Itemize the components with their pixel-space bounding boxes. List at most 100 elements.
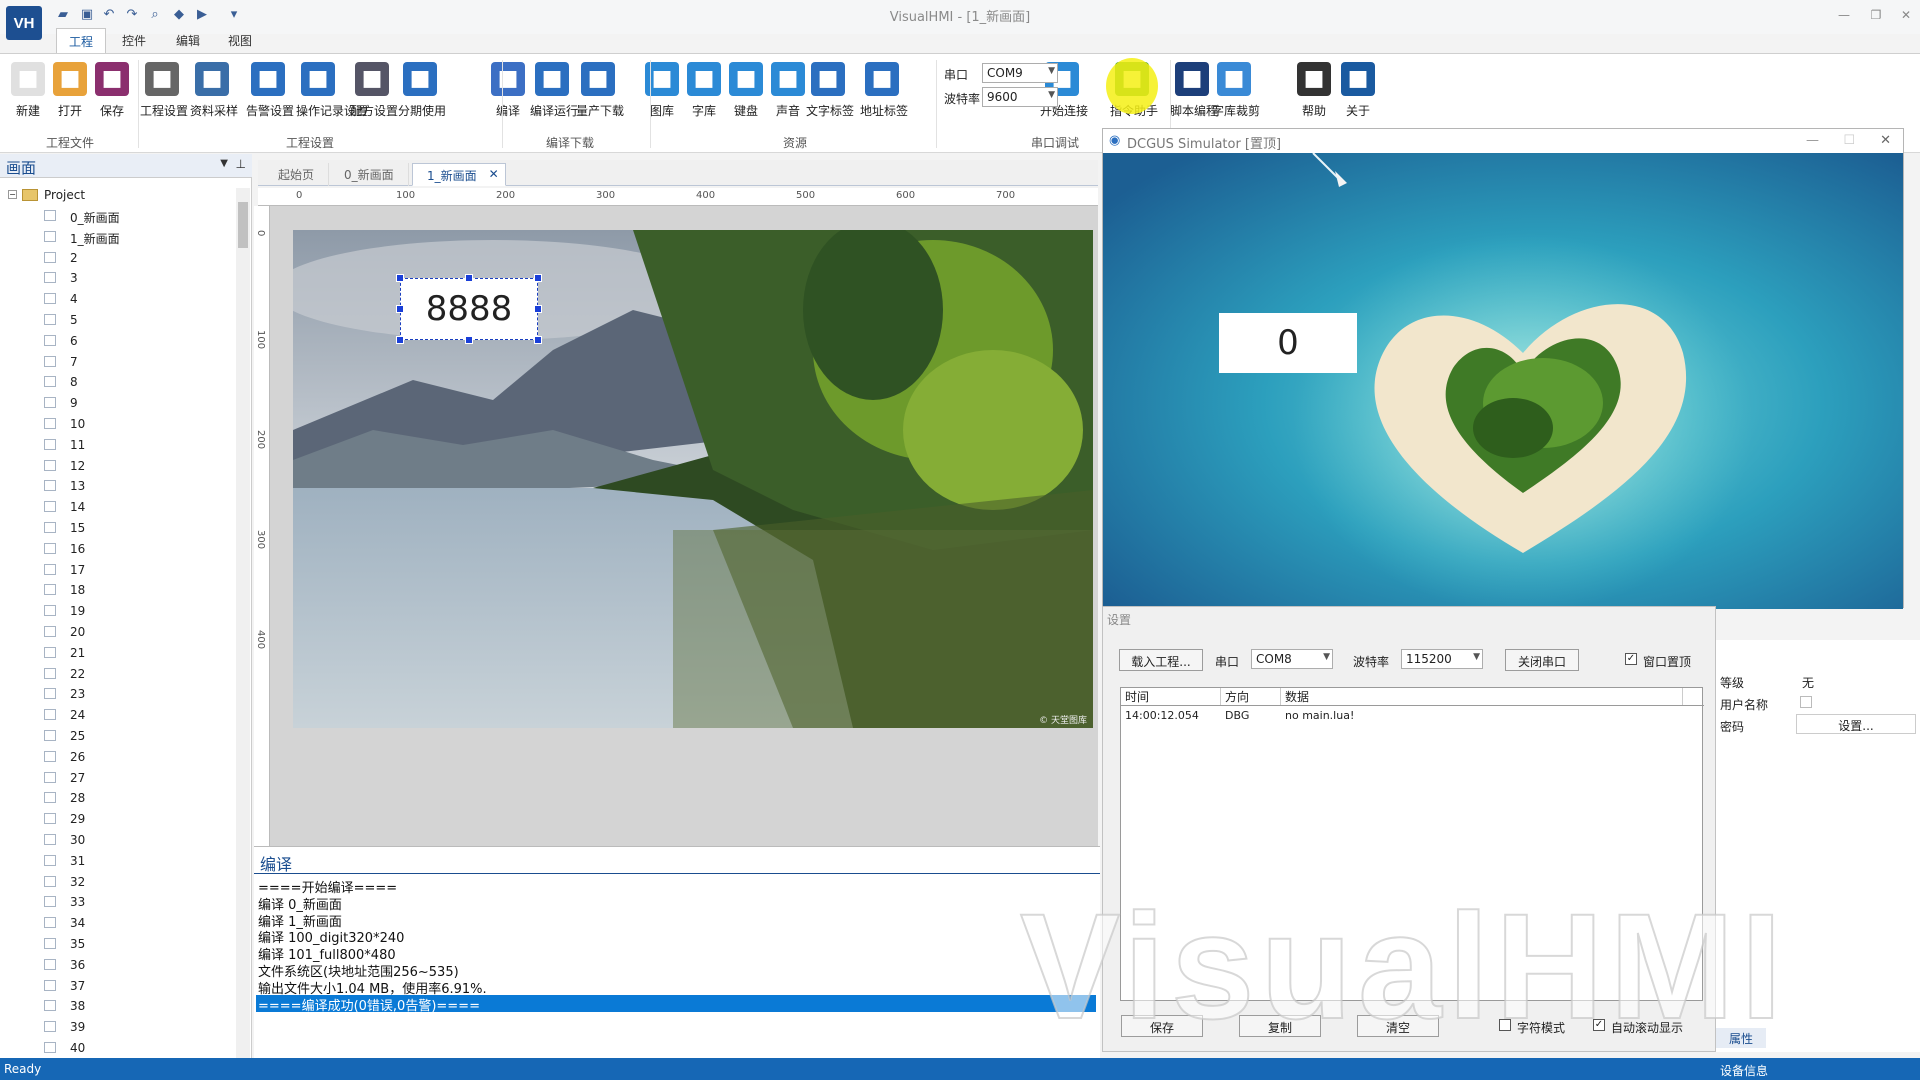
tree-page-item[interactable]: 27 xyxy=(0,768,236,789)
ribbon-button-open-folder[interactable]: ■ 打开 xyxy=(48,62,92,132)
tab-view[interactable]: 视图 xyxy=(216,28,264,53)
tree-page-item[interactable]: 40 xyxy=(0,1038,236,1059)
tree-page-item[interactable]: 14 xyxy=(0,497,236,518)
resize-handle[interactable] xyxy=(465,274,473,282)
tree-page-item[interactable]: 2 xyxy=(0,248,236,269)
resize-handle[interactable] xyxy=(534,305,542,313)
minimize-button[interactable]: — xyxy=(1832,4,1856,26)
collapse-icon[interactable]: − xyxy=(8,190,17,199)
tree-page-item[interactable]: 8 xyxy=(0,372,236,393)
tree-page-item[interactable]: 26 xyxy=(0,747,236,768)
ribbon-button-sound[interactable]: ■ 声音 xyxy=(766,62,810,132)
doc-tab-start[interactable]: 起始页 xyxy=(264,163,330,186)
topmost-checkbox[interactable]: ✓ xyxy=(1625,653,1637,665)
tree-page-item[interactable]: 16 xyxy=(0,539,236,560)
device-info[interactable]: 设备信息 xyxy=(1720,1062,1768,1079)
baud-rate-select[interactable]: 9600 ▼ xyxy=(982,87,1058,107)
tree-page-item[interactable]: 0_新画面 xyxy=(0,206,236,227)
output-line[interactable]: ====开始编译==== xyxy=(256,877,1096,896)
close-tab-icon[interactable]: ✕ xyxy=(489,167,499,181)
tree-page-item[interactable]: 9 xyxy=(0,393,236,414)
ribbon-button-font-crop[interactable]: ■ 字库裁剪 xyxy=(1212,62,1260,132)
doc-tab-page-0[interactable]: 0_新画面 xyxy=(330,163,409,186)
ribbon-button-recipe[interactable]: ■ 配方设置 xyxy=(350,62,398,132)
tree-page-item[interactable]: 15 xyxy=(0,518,236,539)
tree-page-item[interactable]: 32 xyxy=(0,872,236,893)
simulator-screen[interactable]: 0 xyxy=(1103,153,1903,609)
load-project-button[interactable]: 载入工程... xyxy=(1119,649,1203,671)
log-header-data[interactable]: 数据 xyxy=(1281,688,1683,705)
tree-scrollbar[interactable] xyxy=(236,188,250,1058)
resize-handle[interactable] xyxy=(534,336,542,344)
resize-handle[interactable] xyxy=(396,336,404,344)
ribbon-button-sampling[interactable]: ■ 资料采样 xyxy=(190,62,238,132)
tree-page-item[interactable]: 1_新画面 xyxy=(0,227,236,248)
tree-page-item[interactable]: 22 xyxy=(0,664,236,685)
ribbon-button-image[interactable]: ■ 图库 xyxy=(640,62,684,132)
output-line[interactable]: 输出文件大小1.04 MB，使用率6.91%. xyxy=(256,978,1096,997)
ribbon-button-compile[interactable]: ■ 编译 xyxy=(486,62,530,132)
close-port-button[interactable]: 关闭串口 xyxy=(1505,649,1579,671)
tree-page-item[interactable]: 34 xyxy=(0,913,236,934)
output-line[interactable]: 文件系统区(块地址范围256~535) xyxy=(256,961,1096,980)
dropdown-icon[interactable]: ▼ xyxy=(220,158,228,169)
restore-button[interactable]: ❐ xyxy=(1864,4,1888,26)
ribbon-button-log[interactable]: ■ 操作记录设置 xyxy=(296,62,368,132)
tree-page-item[interactable]: 37 xyxy=(0,976,236,997)
ribbon-button-tag[interactable]: ■ 文字标签 xyxy=(806,62,854,132)
tab-controls[interactable]: 控件 xyxy=(110,28,158,53)
scroll-thumb[interactable] xyxy=(238,202,248,248)
ribbon-button-help[interactable]: ■ 帮助 xyxy=(1292,62,1336,132)
resize-handle[interactable] xyxy=(396,305,404,313)
tab-project[interactable]: 工程 xyxy=(56,28,107,53)
ribbon-button-alarm[interactable]: ■ 告警设置 xyxy=(246,62,294,132)
ribbon-button-address-tag[interactable]: ■ 地址标签 xyxy=(860,62,908,132)
log-header-direction[interactable]: 方向 xyxy=(1221,688,1281,705)
settings-baud-select[interactable]: 115200 ▼ xyxy=(1401,649,1483,669)
ribbon-button-lua[interactable]: ■ 脚本编程 xyxy=(1170,62,1218,132)
prop-username-checkbox[interactable] xyxy=(1800,696,1812,708)
tree-page-item[interactable]: 6 xyxy=(0,331,236,352)
tree-page-item[interactable]: 12 xyxy=(0,456,236,477)
tab-edit[interactable]: 编辑 xyxy=(164,28,212,53)
tree-page-item[interactable]: 13 xyxy=(0,476,236,497)
tree-page-item[interactable]: 10 xyxy=(0,414,236,435)
tree-page-item[interactable]: 29 xyxy=(0,809,236,830)
output-line[interactable]: 编译 101_full800*480 xyxy=(256,944,1096,963)
password-settings-button[interactable]: 设置... xyxy=(1796,714,1916,734)
tree-page-item[interactable]: 35 xyxy=(0,934,236,955)
ribbon-button-new-file[interactable]: ■ 新建 xyxy=(6,62,50,132)
output-line[interactable]: ====编译成功(0错误,0告警)==== xyxy=(256,994,1096,1014)
ribbon-button-download[interactable]: ■ 量产下载 xyxy=(576,62,624,132)
ribbon-button-info[interactable]: ■ 关于 xyxy=(1336,62,1380,132)
tree-page-item[interactable]: 28 xyxy=(0,788,236,809)
tree-page-item[interactable]: 31 xyxy=(0,851,236,872)
tree-page-item[interactable]: 4 xyxy=(0,289,236,310)
settings-port-select[interactable]: COM8 ▼ xyxy=(1251,649,1333,669)
ribbon-button-gear[interactable]: ■ 工程设置 xyxy=(140,62,188,132)
tree-page-item[interactable]: 39 xyxy=(0,1017,236,1038)
tree-page-item[interactable]: 18 xyxy=(0,580,236,601)
tree-page-item[interactable]: 36 xyxy=(0,955,236,976)
tree-page-item[interactable]: 7 xyxy=(0,352,236,373)
output-line[interactable]: 编译 0_新画面 xyxy=(256,894,1096,913)
tree-page-item[interactable]: 20 xyxy=(0,622,236,643)
digit-display-widget[interactable]: 8888 xyxy=(396,274,542,344)
output-line[interactable]: 编译 100_digit320*240 xyxy=(256,927,1096,946)
ribbon-button-calendar[interactable]: ■ 分期使用 xyxy=(398,62,446,132)
tree-page-item[interactable]: 38 xyxy=(0,996,236,1017)
ribbon-button-save[interactable]: ■ 保存 xyxy=(90,62,134,132)
tree-page-item[interactable]: 24 xyxy=(0,705,236,726)
doc-tab-page-1[interactable]: 1_新画面 ✕ xyxy=(412,163,506,186)
tree-page-item[interactable]: 3 xyxy=(0,268,236,289)
tree-page-item[interactable]: 17 xyxy=(0,560,236,581)
pin-icon[interactable]: ⊥ xyxy=(236,157,246,171)
output-line[interactable]: 编译 1_新画面 xyxy=(256,911,1096,930)
tree-page-item[interactable]: 30 xyxy=(0,830,236,851)
ribbon-button-compile-run[interactable]: ■ 编译运行 xyxy=(530,62,578,132)
tree-page-item[interactable]: 5 xyxy=(0,310,236,331)
log-header-time[interactable]: 时间 xyxy=(1121,688,1221,705)
tree-root[interactable]: − Project xyxy=(0,185,236,206)
tree-page-item[interactable]: 11 xyxy=(0,435,236,456)
close-button[interactable]: ✕ xyxy=(1894,4,1918,26)
